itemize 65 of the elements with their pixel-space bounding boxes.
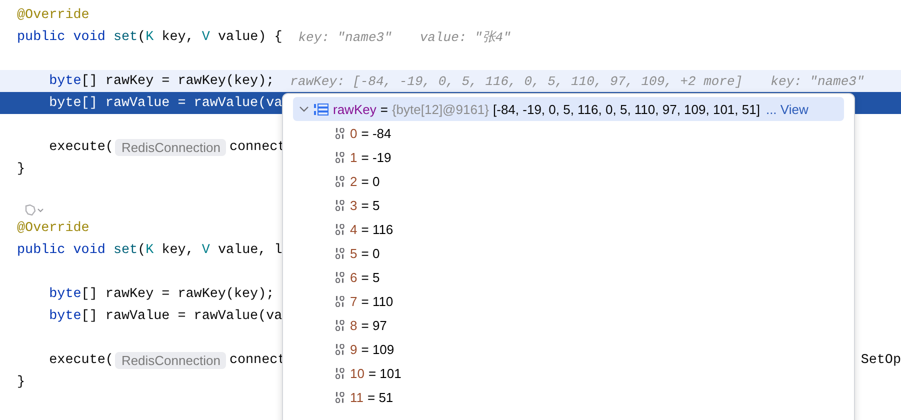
code-text: value) { xyxy=(216,30,282,44)
element-index: 5 xyxy=(350,246,358,260)
element-value: = 110 xyxy=(361,294,394,308)
element-index: 4 xyxy=(350,222,358,236)
element-value: = 109 xyxy=(361,342,394,356)
element-index: 2 xyxy=(350,174,358,188)
parameter-hint: RedisConnection xyxy=(115,138,226,156)
element-value: = 101 xyxy=(368,366,402,380)
code-text: connect xyxy=(229,140,286,154)
code-text: @Override xyxy=(17,8,90,22)
element-index: 3 xyxy=(350,198,358,212)
code-text: K xyxy=(146,242,154,258)
element-value: = 5 xyxy=(361,270,380,284)
variable-value: [-84, -19, 0, 5, 116, 0, 5, 110, 97, 109, 101, 51] xyxy=(493,102,760,116)
code-text: execute( xyxy=(48,140,114,154)
code-text: } xyxy=(17,162,26,176)
inline-hint: key: "name3" xyxy=(770,74,864,88)
code-text: byte xyxy=(48,286,82,302)
code-text: } xyxy=(17,374,26,390)
element-index: 1 xyxy=(350,150,358,164)
code-text: byte xyxy=(48,74,82,88)
code-text: set xyxy=(112,242,138,258)
code-text: public void xyxy=(17,242,106,258)
variable-type: {byte[12]@9161} xyxy=(392,102,490,116)
code-text: K xyxy=(146,30,154,44)
element-index: 6 xyxy=(350,270,358,284)
code-text: V xyxy=(202,242,210,258)
code-text: byte xyxy=(48,308,82,324)
element-value: = -84 xyxy=(361,126,392,140)
element-index: 0 xyxy=(350,126,358,140)
inline-hint: rawKey: [-84, -19, 0, 5, 116, 0, 5, 110, 97, 109, +2 more] xyxy=(290,74,743,88)
code-text: set xyxy=(112,30,138,44)
element-index: 8 xyxy=(350,318,358,332)
inline-hint: key: "name3" xyxy=(298,30,392,44)
element-value: = 5 xyxy=(361,198,380,212)
code-text: [] rawKey = rawKey(key); xyxy=(81,286,274,302)
code-text: ( xyxy=(138,242,146,258)
element-value: = 0 xyxy=(361,174,380,188)
inline-hint: value: "张4" xyxy=(420,29,511,46)
variable-name: rawKey xyxy=(333,102,376,116)
code-text: value, l xyxy=(216,242,282,258)
element-index: 10 xyxy=(350,366,364,380)
code-text: execute( xyxy=(48,352,114,368)
parameter-hint: RedisConnection xyxy=(115,352,226,368)
code-text: key, xyxy=(160,30,195,44)
code-text: [] rawValue = rawValue(va xyxy=(81,308,282,324)
code-text: V xyxy=(202,30,210,44)
element-value: = 116 xyxy=(361,222,394,236)
element-index: 7 xyxy=(350,294,358,308)
code-text: key, xyxy=(160,242,195,258)
code-text: connect xyxy=(229,352,286,368)
element-index: 11 xyxy=(350,390,364,404)
element-value: = -19 xyxy=(361,150,392,164)
code-text: [] rawValue = rawValue(va xyxy=(81,96,282,110)
code-text: SetOp xyxy=(860,352,901,368)
element-value: = 0 xyxy=(361,246,380,260)
code-text: public void xyxy=(17,30,106,44)
element-value: = 97 xyxy=(361,318,387,332)
element-value: = 51 xyxy=(368,390,394,404)
code-text: [] rawKey = rawKey(key); xyxy=(81,74,274,88)
code-text: byte xyxy=(48,96,82,110)
code-text: ( xyxy=(138,30,146,44)
element-index: 9 xyxy=(350,342,358,356)
code-text: @Override xyxy=(17,220,90,236)
equals-sign: = xyxy=(380,102,388,116)
